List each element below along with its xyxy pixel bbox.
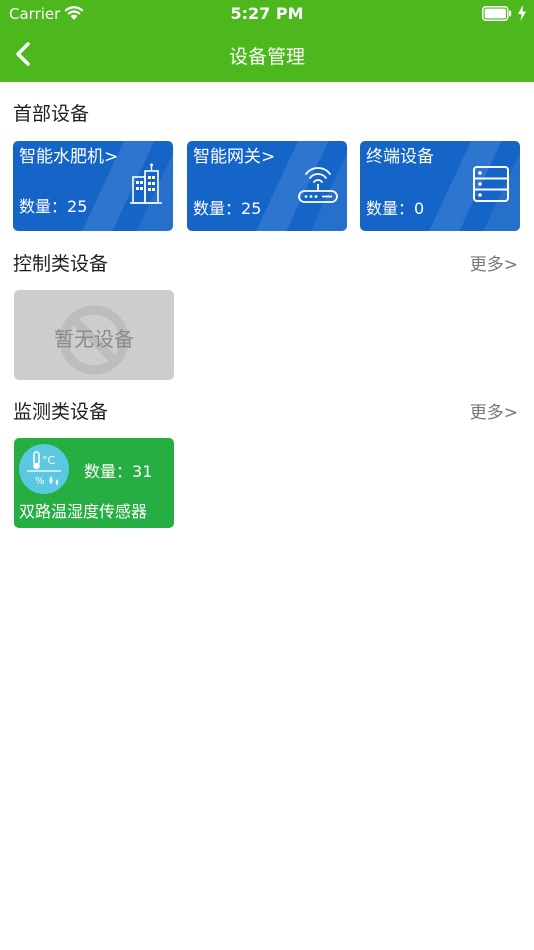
empty-placeholder: 暂无设备 xyxy=(14,290,174,380)
section-title-header-devices: 首部设备 xyxy=(13,103,90,125)
tile-name: 终端设备 xyxy=(366,147,434,167)
thermo-humidity-icon: °C % xyxy=(19,444,69,494)
clock: 5:27 PM xyxy=(230,4,304,23)
page-title: 设备管理 xyxy=(228,46,305,68)
icon-humidity-label: % xyxy=(35,476,45,487)
tile-count: 数量：31 xyxy=(84,462,153,481)
more-link-control[interactable]: 更多> xyxy=(470,250,518,275)
tile-name: 双路温湿度传感器 xyxy=(19,502,148,521)
tile-terminal-devices[interactable]: 终端设备 数量：0 xyxy=(360,141,520,231)
tile-name: 智能水肥机> xyxy=(19,147,119,167)
tile-count: 数量：0 xyxy=(366,199,425,218)
tile-dual-temp-humidity-sensor[interactable]: °C % 数量：31 双路温湿度传感器 xyxy=(14,438,174,528)
server-icon xyxy=(473,166,509,202)
tile-smart-gateway[interactable]: 智能网关> 数量：25 xyxy=(187,141,347,231)
battery-icon xyxy=(482,6,512,21)
tile-count: 数量：25 xyxy=(19,197,88,216)
tile-smart-fertigation[interactable]: 智能水肥机> 数量：25 xyxy=(13,141,173,231)
empty-text: 暂无设备 xyxy=(54,327,134,351)
tile-count: 数量：25 xyxy=(193,199,262,218)
tile-name: 智能网关> xyxy=(193,147,276,167)
charging-icon xyxy=(518,5,526,21)
status-bar: Carrier 5:27 PM xyxy=(0,0,534,28)
router-icon xyxy=(298,167,338,203)
app-header: Carrier 5:27 PM 设备管理 xyxy=(0,0,534,82)
more-link-monitor[interactable]: 更多> xyxy=(470,398,518,423)
icon-temp-label: °C xyxy=(42,454,56,467)
building-icon xyxy=(130,163,162,204)
section-title-monitor-devices: 监测类设备 xyxy=(13,401,109,423)
section-title-control-devices: 控制类设备 xyxy=(13,253,109,275)
nav-bar: 设备管理 xyxy=(0,28,534,82)
